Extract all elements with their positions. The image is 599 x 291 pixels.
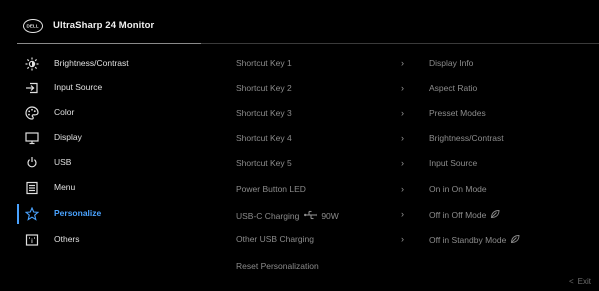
menu-icon <box>24 180 40 196</box>
option-value: Off in Off Mode <box>429 210 487 220</box>
sidebar-item-others[interactable]: i Others <box>0 228 200 252</box>
sidebar-item-label: Menu <box>54 182 76 192</box>
sidebar-item-label: Color <box>54 107 75 117</box>
leaf-icon <box>510 234 520 246</box>
exit-button[interactable]: < Exit <box>569 277 591 286</box>
option-shortcut-key-2[interactable]: Shortcut Key 2 › Aspect Ratio <box>236 77 596 101</box>
star-icon <box>24 206 40 222</box>
exit-label: Exit <box>577 277 592 286</box>
dell-logo-text: DELL <box>27 24 39 29</box>
chevron-right-icon: › <box>401 184 404 194</box>
sidebar-item-display[interactable]: Display <box>0 126 200 150</box>
option-shortcut-key-3[interactable]: Shortcut Key 3 › Presset Modes <box>236 102 596 126</box>
option-reset-personalization[interactable]: Reset Personalization <box>236 255 596 279</box>
osd-header: DELL UltraSharp 24 Monitor <box>0 0 599 44</box>
sidebar-item-label: Input Source <box>54 82 103 92</box>
sidebar-item-input-source[interactable]: Input Source <box>0 76 200 100</box>
option-label-suffix: 90W <box>321 211 339 221</box>
usb-charging-icon <box>303 209 318 223</box>
option-value-group: Off in Standby Mode <box>429 234 520 246</box>
input-source-icon <box>24 80 40 96</box>
header-divider <box>201 43 599 44</box>
option-shortcut-key-5[interactable]: Shortcut Key 5 › Input Source <box>236 152 596 176</box>
chevron-right-icon: › <box>401 234 404 244</box>
active-indicator <box>17 204 19 224</box>
sidebar-item-label: USB <box>54 157 72 167</box>
dell-logo: DELL <box>23 19 43 33</box>
option-value: Input Source <box>429 158 478 168</box>
others-icon: i <box>24 232 40 248</box>
chevron-right-icon: › <box>401 158 404 168</box>
option-value: On in On Mode <box>429 184 487 194</box>
chevron-right-icon: › <box>401 108 404 118</box>
chevron-right-icon: › <box>401 209 404 219</box>
option-shortcut-key-4[interactable]: Shortcut Key 4 › Brightness/Contrast <box>236 127 596 151</box>
option-value: Brightness/Contrast <box>429 133 504 143</box>
option-power-button-led[interactable]: Power Button LED › On in On Mode <box>236 178 596 202</box>
sidebar-item-label: Brightness/Contrast <box>54 58 129 68</box>
option-usb-c-charging[interactable]: USB-C Charging 90W › Off in Off Mode <box>236 203 596 227</box>
usb-icon <box>24 155 40 171</box>
option-other-usb-charging[interactable]: Other USB Charging › Off in Standby Mode <box>236 228 596 252</box>
option-label: Other USB Charging <box>236 234 314 244</box>
chevron-right-icon: › <box>401 133 404 143</box>
sidebar-item-label: Display <box>54 132 82 142</box>
option-value: Display Info <box>429 58 474 68</box>
brightness-icon <box>24 56 40 72</box>
option-value: Off in Standby Mode <box>429 235 507 245</box>
sidebar-item-color[interactable]: Color <box>0 101 200 125</box>
option-label: Shortcut Key 1 <box>236 58 292 68</box>
option-label: USB-C Charging <box>236 211 300 221</box>
option-label: Reset Personalization <box>236 261 319 271</box>
sidebar-item-personalize[interactable]: Personalize <box>0 202 200 226</box>
sidebar-item-menu[interactable]: Menu <box>0 176 200 200</box>
option-label: Shortcut Key 5 <box>236 158 292 168</box>
display-icon <box>24 130 40 146</box>
leaf-icon <box>490 209 500 221</box>
sidebar-item-label: Others <box>54 234 80 244</box>
option-value: Aspect Ratio <box>429 83 478 93</box>
monitor-title: UltraSharp 24 Monitor <box>53 20 155 31</box>
option-value: Presset Modes <box>429 108 486 118</box>
sidebar-item-brightness-contrast[interactable]: Brightness/Contrast <box>0 52 200 76</box>
chevron-right-icon: › <box>401 83 404 93</box>
sidebar-item-label: Personalize <box>54 208 102 218</box>
option-label: Shortcut Key 3 <box>236 108 292 118</box>
sidebar-item-usb[interactable]: USB <box>0 151 200 175</box>
option-label: Shortcut Key 4 <box>236 133 292 143</box>
option-value-group: Off in Off Mode <box>429 209 500 221</box>
option-label-group: USB-C Charging 90W <box>236 209 339 223</box>
chevron-right-icon: › <box>401 58 404 68</box>
option-shortcut-key-1[interactable]: Shortcut Key 1 › Display Info <box>236 52 596 76</box>
color-palette-icon <box>24 105 40 121</box>
option-label: Shortcut Key 2 <box>236 83 292 93</box>
option-label: Power Button LED <box>236 184 306 194</box>
chevron-left-icon: < <box>569 277 574 286</box>
header-divider-active <box>17 43 201 44</box>
svg-text:i: i <box>31 239 33 245</box>
